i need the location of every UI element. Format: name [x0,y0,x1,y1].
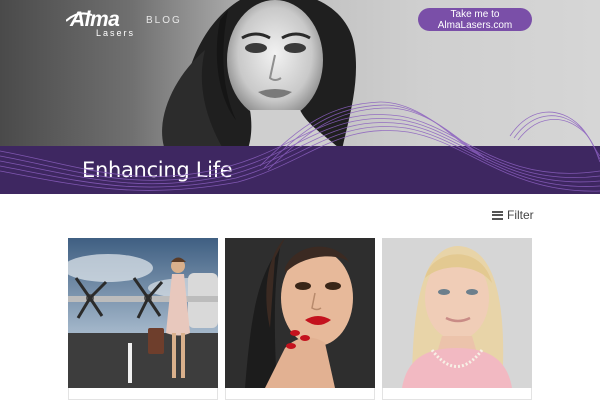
filter-label: Filter [507,208,534,222]
post-card-footer [225,388,375,400]
blog-label: BLOG [146,15,182,26]
post-card[interactable] [225,238,375,400]
hero-header: Alma Lasers BLOG Take me to AlmaLasers.c… [0,0,600,146]
post-card-footer [68,388,218,400]
post-card[interactable] [382,238,532,400]
menu-icon [492,210,503,220]
filter-button[interactable]: Filter [492,206,534,224]
page-title: Enhancing Life [82,158,233,182]
post-card[interactable] [68,238,218,400]
brand-subtitle: Lasers [96,28,136,38]
post-card-footer [382,388,532,400]
woman-red-lips-photo [225,238,375,388]
almalasers-site-button[interactable]: Take me to AlmaLasers.com [418,8,532,31]
blonde-woman-pearls-photo [382,238,532,388]
woman-on-airfield-photo [68,238,218,388]
page-banner: Enhancing Life [0,146,600,194]
